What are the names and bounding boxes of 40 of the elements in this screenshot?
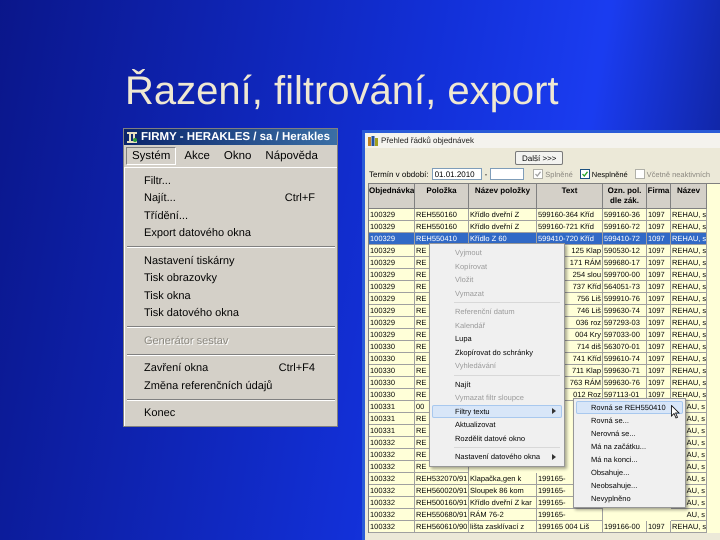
menu-bar-item[interactable]: Akce (178, 147, 216, 165)
cursor-icon (671, 405, 680, 419)
menu-item[interactable]: Nastavení tiskárny (125, 252, 337, 270)
shortcut-label: Ctrl+F4 (278, 362, 315, 374)
submenu-arrow-icon (552, 408, 556, 414)
menu-item[interactable]: Export datového okna (125, 224, 337, 242)
dash-label: - (484, 170, 488, 178)
window-title: FIRMY - HERAKLES / sa / Herakles (141, 131, 330, 143)
column-header[interactable]: Položka (415, 184, 469, 209)
menu-item-label: Zavření okna (144, 362, 208, 374)
column-header[interactable]: Název (671, 184, 707, 209)
window-title: Přehled řádků objednávek (381, 136, 474, 145)
column-header[interactable]: Název položky (469, 184, 537, 209)
column-header[interactable]: Ozn. pol. dle zák. (603, 184, 647, 209)
menu-item[interactable]: Tisk datového okna (125, 304, 337, 322)
date-from-field[interactable]: 01.01.2010 (432, 168, 482, 180)
slide-title: Řazení, filtrování, export (125, 68, 560, 114)
binders-icon (368, 136, 378, 146)
shortcut-label: Ctrl+F (284, 192, 315, 204)
menu-bar-item[interactable]: Nápověda (259, 147, 324, 165)
menu-item-label: Najít... (144, 192, 176, 204)
column-header[interactable]: Objednávka (369, 184, 415, 209)
menu-item[interactable]: Filtr... (125, 172, 337, 190)
date-to-field[interactable] (490, 168, 524, 180)
menu-item[interactable]: Tisk obrazovky (125, 270, 337, 287)
app-icon (126, 131, 138, 143)
menu-item[interactable]: Zavření okna Ctrl+F4 (125, 360, 337, 377)
menu-item[interactable]: Třídění... (125, 207, 337, 224)
column-header[interactable]: Firma (647, 184, 671, 209)
period-label: Termín v období: (369, 170, 429, 178)
submenu-arrow-icon (552, 454, 556, 460)
menu-item[interactable]: Najít... Ctrl+F (125, 190, 337, 207)
menu-item[interactable]: Tisk okna (125, 287, 337, 304)
next-button[interactable]: Další >>> (515, 151, 564, 165)
menu-bar-item[interactable]: Systém (126, 147, 176, 165)
column-header[interactable]: Text (537, 184, 603, 209)
checkbox[interactable] (580, 169, 590, 179)
menu-item[interactable]: Konec (125, 404, 337, 422)
menu-bar-item[interactable]: Okno (218, 147, 258, 165)
menu-item[interactable]: Změna referenčních údajů (125, 377, 337, 394)
